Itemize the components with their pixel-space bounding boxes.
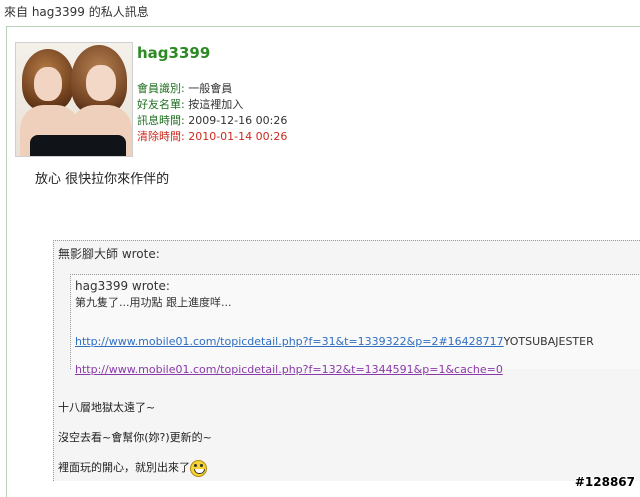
watermark: #128867 [574,475,635,489]
quote-inner: hag3399 wrote: 第九隻了...用功點 跟上進度咩... http:… [70,274,640,376]
page-title: 來自 hag3399 的私人訊息 [4,5,149,19]
expire-time-row: 清除時間: 2010-01-14 00:26 [137,128,287,144]
quote-outer-header: 無影腳大師 wrote: [58,247,160,261]
link-topic-2[interactable]: http://www.mobile01.com/topicdetail.php?… [75,363,503,376]
add-friend-link[interactable]: 按這裡加入 [188,98,243,111]
message-time-value: 2009-12-16 00:26 [188,114,288,127]
grin-smiley-icon [190,459,207,477]
sender-username[interactable]: hag3399 [137,44,210,62]
link-topic-1-tail: YOTSUBAJESTER [503,335,594,348]
avatar[interactable] [15,42,133,157]
quote-outer-line-3-wrap: 裡面玩的開心，就別出來了 [58,459,207,477]
quote-outer-line-3: 裡面玩的開心，就別出來了 [58,461,190,474]
quote-outer: 無影腳大師 wrote: hag3399 wrote: 第九隻了...用功點 跟… [53,240,640,481]
expire-time-value: 2010-01-14 00:26 [188,130,288,143]
message-body: 放心 很快拉你來作伴的 [35,172,170,187]
friend-list-label: 好友名單: [137,98,185,111]
member-type-row: 會員識別: 一般會員 [137,80,232,96]
quote-inner-text: 第九隻了...用功點 跟上進度咩... [75,296,232,309]
link-topic-1-url[interactable]: http://www.mobile01.com/topicdetail.php?… [75,335,504,348]
message-time-label: 訊息時間: [137,114,185,127]
expire-time-label: 清除時間: [137,130,185,143]
member-type-label: 會員識別: [137,82,185,95]
message-time-row: 訊息時間: 2009-12-16 00:26 [137,112,287,128]
quote-inner-header: hag3399 wrote: [75,279,170,293]
link-topic-1[interactable]: http://www.mobile01.com/topicdetail.php?… [75,335,594,348]
member-type-value: 一般會員 [188,82,233,95]
friend-list-row: 好友名單: 按這裡加入 [137,96,243,112]
message-panel: hag3399 會員識別: 一般會員 好友名單: 按這裡加入 訊息時間: 200… [6,26,640,497]
quote-outer-line-1: 十八層地獄太遠了~ [58,401,156,414]
quote-outer-line-2: 沒空去看~會幫你(妳?)更新的~ [58,431,212,444]
